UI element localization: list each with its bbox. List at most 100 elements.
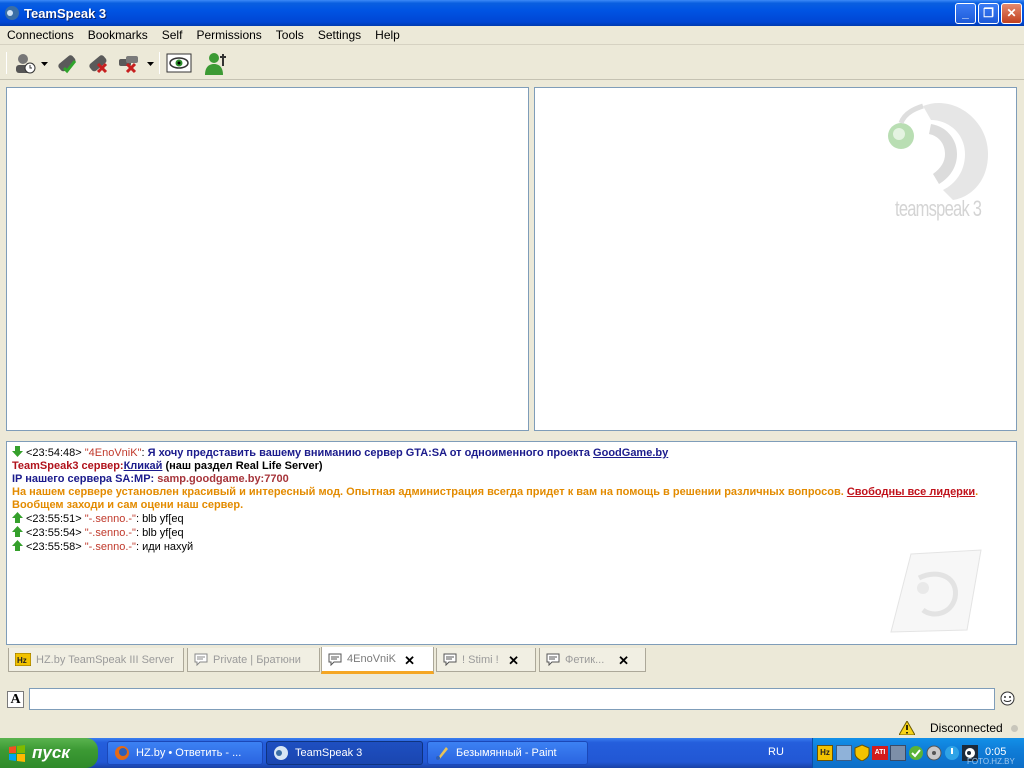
system-tray: Hz ATI 0:05 FOTO.HZ.BY — [812, 738, 1024, 768]
menu-permissions[interactable]: Permissions — [189, 28, 268, 42]
message-text: : blb yf[eq — [135, 513, 184, 525]
message-link[interactable]: GoodGame.by — [593, 447, 668, 459]
tab-private-chat[interactable]: 4EnoVniK ✕ — [321, 647, 434, 674]
message-text: : blb yf[eq — [135, 527, 184, 539]
font-format-icon[interactable]: A — [7, 691, 24, 708]
window-title: TeamSpeak 3 — [24, 5, 107, 21]
tab-label: ! Stimi ! — [462, 653, 499, 666]
chevron-down-icon[interactable] — [147, 62, 154, 67]
contacts-icon[interactable] — [203, 50, 229, 76]
chat-bubble-icon — [443, 653, 457, 666]
maximize-button[interactable]: ❐ — [978, 3, 999, 24]
arrow-down-icon — [12, 446, 23, 457]
tab-label: Фетик... — [565, 653, 605, 666]
message-label: IP нашего сервера SA:MP: — [12, 473, 155, 485]
status-indicator-icon — [1011, 725, 1018, 732]
toolbar-separator — [159, 52, 160, 74]
title-bar[interactable]: TeamSpeak 3 _ ❐ ✕ — [0, 0, 1024, 26]
hz-tray-icon[interactable]: Hz — [817, 745, 833, 761]
chat-message: На нашем сервере установлен красивый и и… — [12, 486, 1011, 512]
tab-server[interactable]: Hz HZ.by TeamSpeak III Server — [8, 648, 184, 672]
disconnect-icon[interactable] — [86, 50, 112, 76]
task-label: Безымянный - Paint — [456, 747, 557, 759]
chat-message: <23:55:58> "-.senno.-": иди нахуй — [12, 540, 1011, 554]
hz-server-icon: Hz — [15, 653, 31, 666]
chat-bubble-icon — [546, 653, 560, 666]
power-icon[interactable] — [944, 745, 960, 761]
tab-label: 4EnoVniK — [347, 653, 396, 665]
info-panel: teamspeak 3 — [534, 87, 1017, 431]
chat-bubble-icon — [328, 653, 342, 666]
toolbar-grip — [6, 52, 7, 74]
ati-icon[interactable]: ATI — [872, 746, 888, 760]
menu-connections[interactable]: Connections — [0, 28, 81, 42]
windows-logo-icon — [9, 745, 25, 762]
message-text: Я хочу представить вашему вниманию серве… — [147, 447, 590, 459]
timestamp: <23:54:48> — [26, 447, 82, 459]
menu-bookmarks[interactable]: Bookmarks — [81, 28, 155, 42]
close-icon[interactable]: ✕ — [404, 653, 415, 669]
nickname[interactable]: "-.senno.-" — [85, 527, 136, 539]
message-link[interactable]: Кликай — [124, 460, 163, 472]
timestamp: <23:55:51> — [26, 513, 82, 525]
message-label: TeamSpeak3 сервер: — [12, 460, 124, 472]
arrow-up-icon — [12, 526, 23, 537]
task-browser[interactable]: HZ.by • Ответить - ... — [107, 741, 263, 765]
message-value: samp.goodgame.by:7700 — [154, 473, 289, 485]
bookmark-icon[interactable] — [55, 50, 81, 76]
channel-tree[interactable] — [6, 87, 529, 431]
tab-private-chat[interactable]: ! Stimi ! ✕ — [436, 648, 536, 672]
away-icon[interactable] — [166, 50, 192, 76]
chevron-down-icon[interactable] — [41, 62, 48, 67]
message-link[interactable]: Свободны все лидерки — [847, 486, 975, 498]
message-text: : иди нахуй — [135, 541, 194, 553]
chat-input-bar: A — [0, 684, 1024, 714]
menu-bar: Connections Bookmarks Self Permissions T… — [0, 26, 1024, 45]
emoticon-icon[interactable] — [1000, 691, 1015, 706]
language-indicator[interactable]: RU — [768, 746, 784, 758]
logo-text: teamspeak 3 — [895, 196, 982, 221]
tab-private-chat[interactable]: Фетик... ✕ — [539, 648, 646, 672]
disc-icon[interactable] — [926, 745, 942, 761]
message-text: На нашем сервере установлен красивый и и… — [12, 486, 844, 498]
svg-text:Hz: Hz — [17, 656, 27, 665]
disconnect-all-icon[interactable] — [117, 50, 143, 76]
close-icon[interactable]: ✕ — [618, 653, 629, 669]
menu-self[interactable]: Self — [155, 28, 190, 42]
minimize-button[interactable]: _ — [955, 3, 976, 24]
task-paint[interactable]: Безымянный - Paint — [427, 741, 588, 765]
paint-icon — [436, 747, 448, 760]
menu-tools[interactable]: Tools — [269, 28, 311, 42]
chat-bubble-icon — [194, 653, 208, 666]
monitor-icon[interactable] — [890, 745, 906, 761]
close-button[interactable]: ✕ — [1001, 3, 1022, 24]
menu-help[interactable]: Help — [368, 28, 407, 42]
check-icon[interactable] — [908, 745, 924, 761]
chat-log[interactable]: <23:54:48> "4EnoVniK": Я хочу представит… — [6, 441, 1017, 645]
start-button[interactable]: пуск — [0, 738, 98, 768]
teamspeak-icon — [5, 6, 19, 20]
firefox-icon — [115, 746, 129, 760]
menu-settings[interactable]: Settings — [311, 28, 368, 42]
network-icon[interactable] — [836, 745, 852, 761]
watermark: FOTO.HZ.BY — [967, 757, 1015, 766]
chat-tabs: Hz HZ.by TeamSpeak III Server Private | … — [8, 647, 1018, 674]
warning-icon[interactable] — [899, 721, 915, 735]
arrow-up-icon — [12, 512, 23, 523]
chat-message: <23:55:54> "-.senno.-": blb yf[eq — [12, 526, 1011, 540]
chat-input[interactable] — [29, 688, 995, 710]
start-label: пуск — [32, 743, 70, 762]
task-teamspeak[interactable]: TeamSpeak 3 — [266, 741, 423, 765]
connect-icon[interactable] — [12, 50, 38, 76]
chat-message: TeamSpeak3 сервер:Кликай (наш раздел Rea… — [12, 460, 1011, 473]
nickname[interactable]: "-.senno.-" — [85, 513, 136, 525]
arrow-up-icon — [12, 540, 23, 551]
chat-message: IP нашего сервера SA:MP: samp.goodgame.b… — [12, 473, 1011, 486]
shield-icon[interactable] — [854, 744, 870, 761]
timestamp: <23:55:58> — [26, 541, 82, 553]
taskbar: пуск HZ.by • Ответить - ... TeamSpeak 3 … — [0, 738, 1024, 768]
tab-channel[interactable]: Private | Братюни — [187, 648, 320, 672]
nickname[interactable]: "4EnoVniK" — [85, 447, 142, 459]
nickname[interactable]: "-.senno.-" — [85, 541, 136, 553]
close-icon[interactable]: ✕ — [508, 653, 519, 669]
